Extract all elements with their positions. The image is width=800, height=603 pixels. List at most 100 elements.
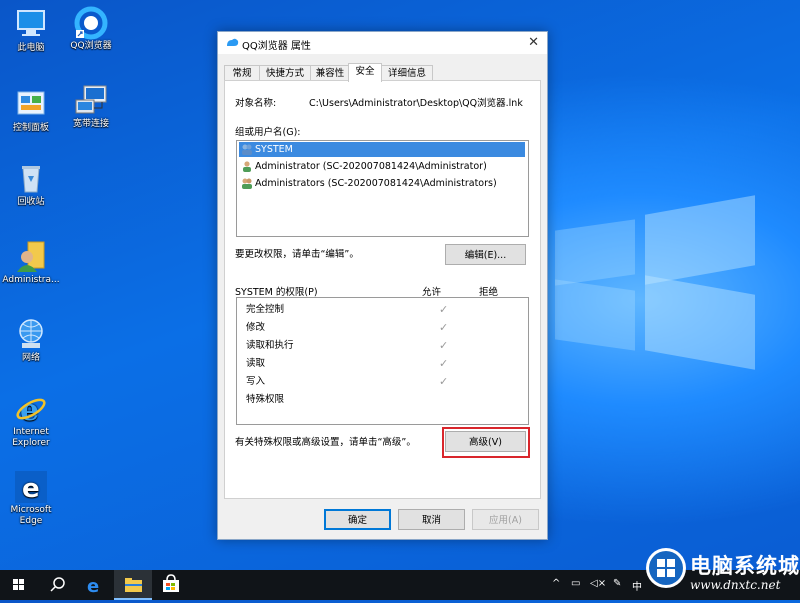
desktop-icon-label: Administra... (2, 275, 60, 285)
list-item-administrator[interactable]: Administrator (SC-202007081424\Administr… (239, 159, 487, 174)
taskbar-store[interactable] (152, 570, 190, 600)
desktop-icon-label: QQ浏览器 (70, 41, 112, 51)
taskbar-edge[interactable]: e (76, 570, 114, 600)
deny-header: 拒绝 (479, 287, 499, 298)
object-name-label: 对象名称: (235, 98, 277, 109)
dialog-titlebar[interactable]: QQ浏览器 属性 ✕ (218, 32, 547, 54)
network-tray-icon[interactable]: ▭ (571, 578, 580, 589)
desktop-icon-label: 回收站 (17, 197, 45, 207)
permission-name: 读取 (246, 358, 266, 369)
edit-button[interactable]: 编辑(E)... (445, 244, 526, 265)
permission-row-full-control: 完全控制 ✓ (246, 302, 448, 318)
permissions-list[interactable]: 完全控制 ✓ 修改 ✓ 读取和执行 ✓ 读取 ✓ 写入 ✓ 特殊权限 (236, 297, 529, 425)
site-watermark: 电脑系统城 www.dnxtc.net (646, 546, 800, 600)
ime-icon[interactable]: 中 (632, 578, 642, 593)
desktop-icon-recycle-bin[interactable]: 回收站 (0, 162, 62, 208)
watermark-title: 电脑系统城 (690, 554, 800, 578)
permission-row-write: 写入 ✓ (246, 374, 448, 390)
svg-text:e: e (87, 576, 99, 597)
permission-row-special: 特殊权限 (246, 392, 284, 408)
chevron-up-icon[interactable]: ^ (552, 578, 560, 589)
taskbar-file-explorer[interactable] (114, 570, 152, 600)
network-icon (14, 318, 48, 350)
edge-icon: e (87, 576, 99, 597)
desktop-icon-label: 此电脑 (17, 43, 45, 53)
security-panel: 对象名称: C:\Users\Administrator\Desktop\QQ浏… (224, 80, 541, 499)
qq-browser-icon (74, 6, 108, 40)
groups-label: 组或用户名(G): (235, 127, 301, 138)
tab-general[interactable]: 常规 (224, 65, 260, 81)
tab-details[interactable]: 详细信息 (381, 65, 433, 81)
user-name: Administrator (SC-202007081424\Administr… (255, 161, 487, 172)
wallpaper-light-pane (555, 219, 635, 286)
tab-shortcut[interactable]: 快捷方式 (259, 65, 311, 81)
user-name: SYSTEM (255, 144, 293, 155)
desktop-icon-label: Internet Explorer (12, 427, 50, 448)
desktop-icon-control-panel[interactable]: 控制面板 (0, 88, 62, 134)
users-group-icon (242, 178, 252, 189)
desktop-icon-network[interactable]: 网络 (0, 318, 62, 364)
wallpaper-light-pane (555, 279, 635, 351)
object-name-value: C:\Users\Administrator\Desktop\QQ浏览器.lnk (309, 98, 523, 109)
list-item-system[interactable]: SYSTEM (239, 142, 525, 157)
permission-name: 完全控制 (246, 304, 285, 315)
microsoft-edge-icon: e (14, 470, 48, 504)
start-button[interactable] (0, 570, 38, 600)
cancel-button[interactable]: 取消 (398, 509, 465, 530)
search-icon (50, 577, 65, 592)
file-explorer-icon (114, 578, 152, 600)
desktop-icon-label: 控制面板 (12, 123, 49, 133)
wallpaper-light-pane (645, 275, 755, 370)
desktop-icon-label: Microsoft Edge (10, 505, 52, 526)
close-icon[interactable]: ✕ (528, 35, 539, 50)
desktop-icon-label: 宽带连接 (72, 119, 109, 129)
svg-text:e: e (22, 474, 40, 504)
desktop-icon-internet-explorer[interactable]: e Internet Explorer (0, 392, 62, 449)
allow-header: 允许 (422, 287, 442, 298)
wallpaper-light-pane (645, 195, 755, 285)
permissions-header: SYSTEM 的权限(P) (235, 287, 318, 298)
start-icon (13, 579, 24, 590)
tab-compatibility[interactable]: 兼容性 (310, 65, 350, 81)
dialog-title: QQ浏览器 属性 (242, 41, 311, 52)
volume-icon[interactable]: ◁× (590, 578, 606, 589)
search-button[interactable] (38, 570, 76, 600)
desktop-icon-microsoft-edge[interactable]: e Microsoft Edge (0, 470, 62, 527)
desktop-icon-label: 网络 (21, 353, 40, 363)
allow-check-icon: ✓ (439, 321, 449, 334)
permission-name: 修改 (246, 322, 266, 333)
ok-button[interactable]: 确定 (324, 509, 391, 530)
properties-dialog: QQ浏览器 属性 ✕ 常规 快捷方式 兼容性 安全 详细信息 对象名称: C:\… (217, 31, 548, 540)
permission-row-read: 读取 ✓ (246, 356, 448, 372)
pen-icon[interactable]: ✎ (613, 578, 621, 589)
advanced-hint: 有关特殊权限或高级设置，请单击“高级”。 (235, 437, 416, 448)
user-name: Administrators (SC-202007081424\Administ… (255, 178, 497, 189)
permission-name: 特殊权限 (246, 394, 285, 405)
allow-check-icon: ✓ (439, 303, 449, 316)
annotation-highlight-box (442, 427, 530, 458)
users-group-icon (242, 144, 252, 155)
permission-name: 写入 (246, 376, 266, 387)
users-listbox[interactable]: SYSTEM Administrator (SC-202007081424\Ad… (236, 140, 529, 237)
edit-hint: 要更改权限，请单击“编辑”。 (235, 249, 359, 260)
this-pc-icon (14, 8, 48, 40)
svg-text:e: e (20, 393, 39, 426)
recycle-bin-icon (14, 162, 48, 194)
allow-check-icon: ✓ (439, 357, 449, 370)
qq-browser-title-icon (227, 38, 239, 46)
user-folder-icon (14, 240, 48, 272)
apply-button[interactable]: 应用(A) (472, 509, 539, 530)
desktop-icon-broadband[interactable]: 宽带连接 (60, 84, 122, 130)
desktop-icon-user-folder[interactable]: Administra... (0, 240, 62, 286)
watermark-url: www.dnxtc.net (690, 578, 781, 592)
desktop-icon-qq-browser[interactable]: QQ浏览器 (60, 6, 122, 52)
desktop-icon-this-pc[interactable]: 此电脑 (0, 8, 62, 54)
permission-row-read-execute: 读取和执行 ✓ (246, 338, 448, 354)
allow-check-icon: ✓ (439, 375, 449, 388)
broadband-connection-icon (74, 84, 108, 116)
permission-row-modify: 修改 ✓ (246, 320, 448, 336)
list-item-administrators[interactable]: Administrators (SC-202007081424\Administ… (239, 176, 497, 191)
allow-check-icon: ✓ (439, 339, 449, 352)
tab-security[interactable]: 安全 (348, 63, 382, 82)
user-icon (243, 161, 251, 172)
